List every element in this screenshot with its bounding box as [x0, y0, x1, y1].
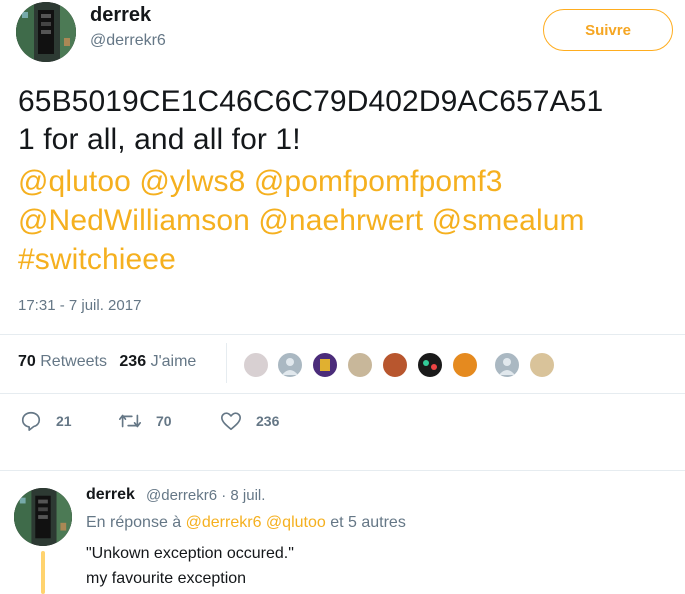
liker-avatar[interactable]: [311, 351, 339, 379]
hashtag-link[interactable]: #switchieee: [18, 243, 176, 276]
tweet-mentions-row: @qlutoo @ylws8 @pomfpomfpomf3: [18, 163, 502, 201]
follow-button[interactable]: Suivre: [543, 9, 673, 51]
mention-link[interactable]: @naehrwert: [258, 204, 423, 237]
mention-link[interactable]: @NedWilliamson: [18, 204, 250, 237]
mention-link[interactable]: @pomfpomfpomf3: [254, 165, 503, 198]
mention-link[interactable]: @ylws8: [139, 165, 245, 198]
likes-label: J'aime: [150, 353, 197, 370]
thread-line: [41, 551, 45, 594]
mention-link[interactable]: @smealum: [432, 204, 585, 237]
tweet-timestamp[interactable]: 17:31 - 7 juil. 2017: [18, 297, 141, 314]
in-reply-suffix[interactable]: et 5 autres: [330, 514, 406, 531]
retweet-icon: [119, 414, 141, 428]
tweet-stats: 70 Retweets 236 J'aime: [18, 353, 196, 371]
divider: [0, 393, 685, 394]
author-name[interactable]: derrek: [90, 4, 151, 27]
author-avatar[interactable]: [16, 2, 76, 62]
liker-avatar[interactable]: [381, 351, 409, 379]
reply-text-line: "Unkown exception occured.": [86, 545, 294, 562]
liker-avatar[interactable]: [451, 351, 479, 379]
mention-link[interactable]: @qlutoo: [18, 165, 131, 198]
reply-action[interactable]: 21: [20, 410, 72, 432]
reply-count: 21: [56, 413, 72, 429]
liker-avatar[interactable]: [528, 351, 556, 379]
liker-avatar[interactable]: [276, 351, 304, 379]
reply-handle-date[interactable]: @derrekr6 · 8 juil.: [146, 487, 265, 504]
tweet-text-line: 65B5019CE1C46C6C79D402D9AC657A51: [18, 85, 604, 118]
liker-avatar[interactable]: [346, 351, 374, 379]
reply-author-name[interactable]: derrek: [86, 486, 135, 504]
in-reply-to: En réponse à @derrekr6 @qlutoo et 5 autr…: [86, 514, 406, 532]
heart-icon: [221, 412, 241, 431]
tweet-text-line: 1 for all, and all for 1!: [18, 123, 301, 156]
like-action[interactable]: 236: [220, 410, 279, 432]
mention-link[interactable]: @derrekr6: [186, 514, 262, 531]
likes-count: 236: [119, 353, 147, 370]
retweets-stat[interactable]: 70 Retweets: [18, 353, 107, 370]
mention-link[interactable]: @qlutoo: [266, 514, 326, 531]
reply-icon: [21, 411, 41, 431]
likes-stat[interactable]: 236 J'aime: [119, 353, 196, 370]
reply-author-avatar[interactable]: [14, 488, 72, 546]
retweet-count: 70: [156, 413, 172, 429]
divider: [0, 470, 685, 471]
retweets-count: 70: [18, 353, 36, 370]
reply-text-line: my favourite exception: [86, 570, 247, 587]
like-count: 236: [256, 413, 280, 429]
retweets-label: Retweets: [40, 353, 107, 370]
author-handle[interactable]: @derrekr6: [90, 32, 166, 50]
liker-avatar[interactable]: [242, 351, 270, 379]
stats-divider: [226, 343, 227, 383]
tweet-hashtag-row: #switchieee: [18, 241, 176, 279]
tweet-mentions-row: @NedWilliamson @naehrwert @smealum: [18, 202, 585, 240]
retweet-action[interactable]: 70: [118, 410, 172, 432]
in-reply-prefix: En réponse à: [86, 514, 182, 531]
liker-avatar[interactable]: [416, 351, 444, 379]
liker-avatar[interactable]: [493, 351, 521, 379]
divider: [0, 334, 685, 335]
